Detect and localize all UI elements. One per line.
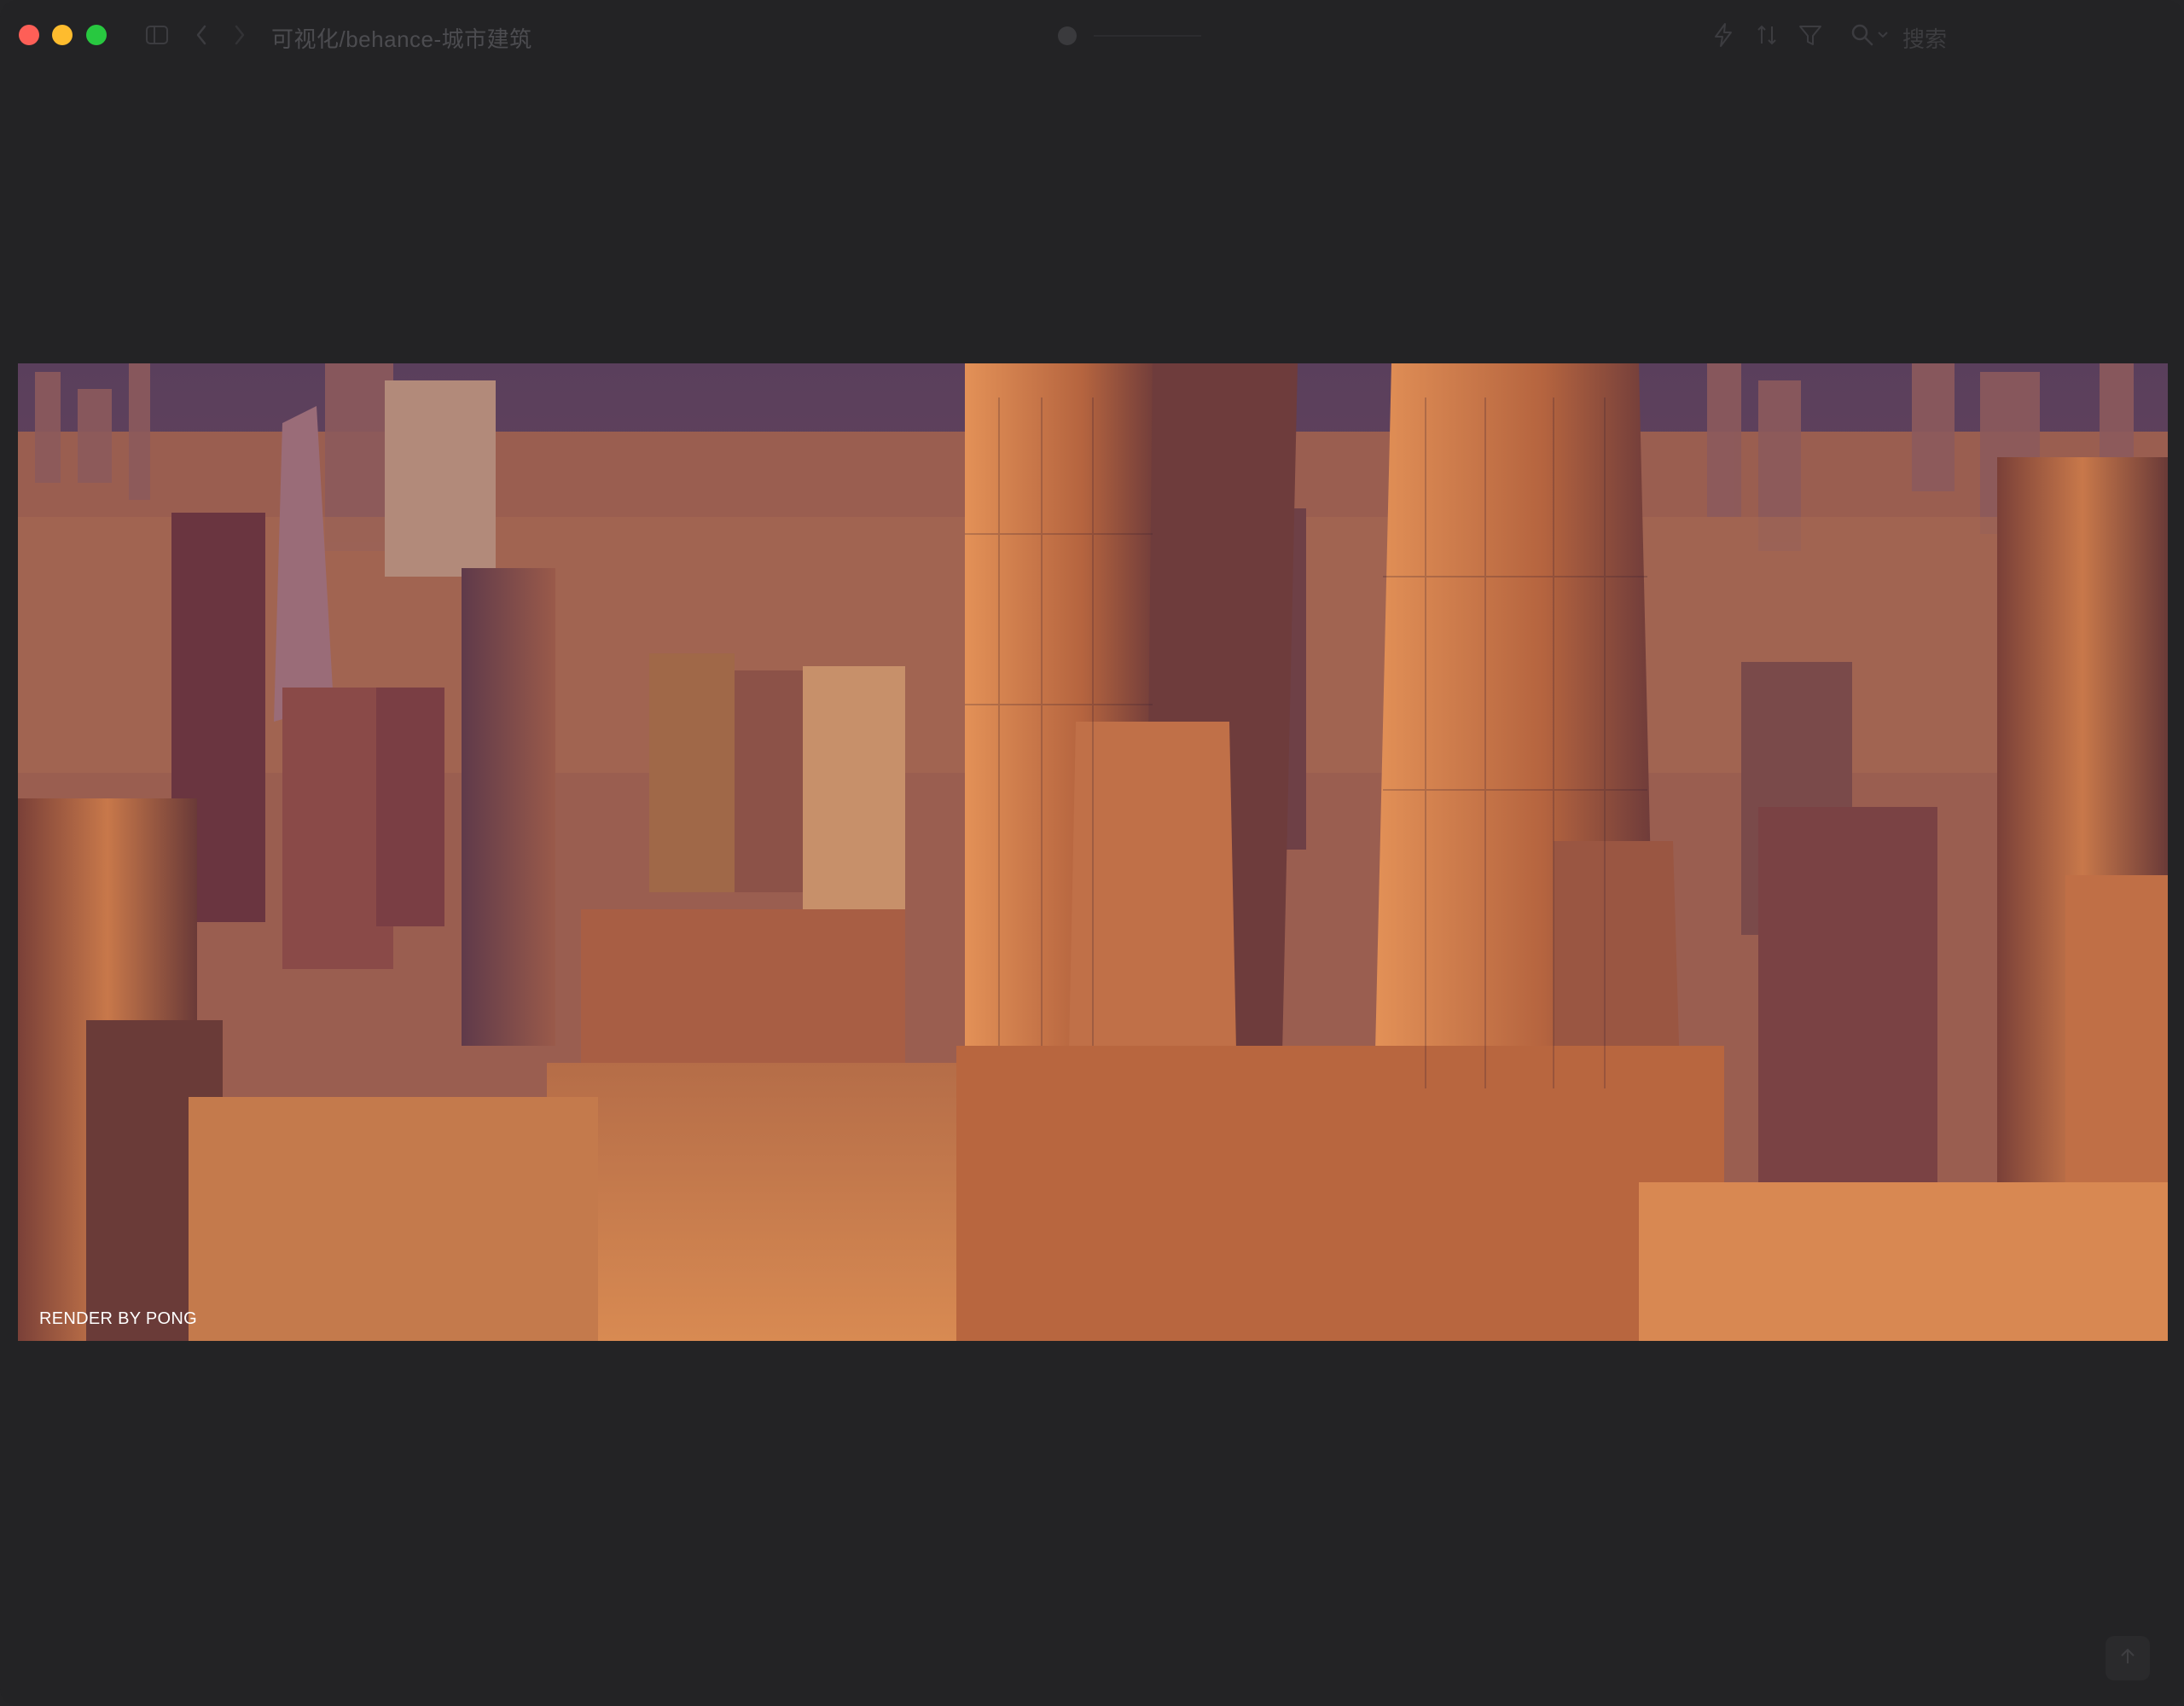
app-window: 可视化/behance-城市建筑 搜索 RENDER BY PONG [0, 0, 2184, 1706]
city-render-image [18, 363, 2168, 1341]
search-icon[interactable] [1850, 22, 1875, 48]
minimize-window-button[interactable] [52, 25, 73, 45]
lightning-icon[interactable] [1711, 22, 1736, 48]
back-icon[interactable] [189, 22, 214, 48]
image-watermark: RENDER BY PONG [39, 1309, 197, 1328]
forward-icon[interactable] [227, 22, 253, 48]
close-window-button[interactable] [19, 25, 39, 45]
breadcrumb[interactable]: 可视化/behance-城市建筑 [271, 22, 532, 54]
progress-track [1094, 35, 1201, 37]
search-input[interactable]: 搜索 [1902, 22, 1947, 54]
sidebar-icon[interactable] [144, 22, 170, 48]
maximize-window-button[interactable] [86, 25, 107, 45]
filter-icon[interactable] [1798, 22, 1823, 48]
sort-icon[interactable] [1754, 22, 1780, 48]
scroll-to-top-button[interactable] [2106, 1636, 2150, 1680]
title-bar: 可视化/behance-城市建筑 搜索 [0, 0, 2184, 72]
chevron-down-icon[interactable] [1875, 22, 1891, 48]
progress-indicator [1058, 26, 1077, 45]
arrow-up-icon [2118, 1647, 2137, 1670]
